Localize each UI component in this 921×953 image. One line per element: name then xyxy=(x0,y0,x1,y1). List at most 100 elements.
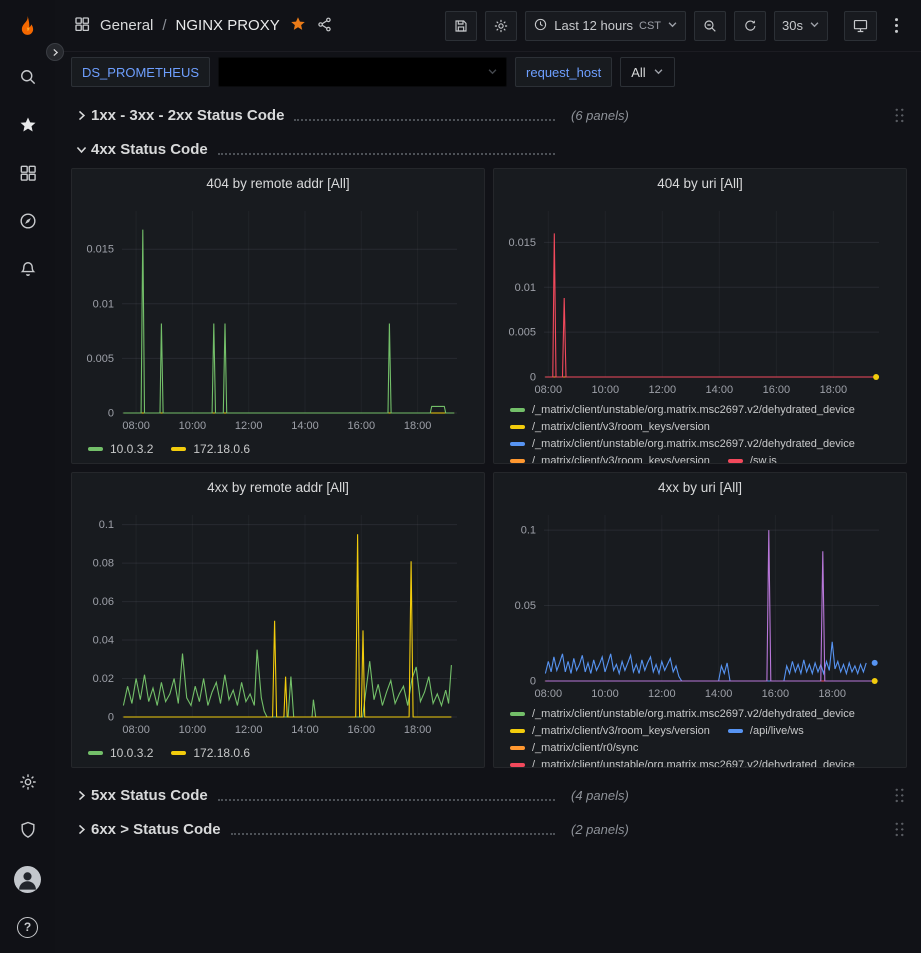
request-host-variable-label[interactable]: request_host xyxy=(515,57,612,87)
panel-title[interactable]: 4xx by remote addr [All] xyxy=(72,473,484,503)
row-drag-handle[interactable] xyxy=(894,821,905,838)
main-area: General / NGINX PROXY Last 12 hours CST xyxy=(55,0,921,953)
row-header-6xx[interactable]: 6xx > Status Code (2 panels) xyxy=(71,814,907,844)
save-dashboard-button[interactable] xyxy=(445,11,477,41)
star-icon xyxy=(18,115,38,138)
svg-text:08:00: 08:00 xyxy=(122,420,150,432)
svg-text:0: 0 xyxy=(530,676,536,688)
time-range-picker[interactable]: Last 12 hours CST xyxy=(525,11,686,41)
sidebar-item-help[interactable]: ? xyxy=(0,903,55,951)
legend-label: /_matrix/client/r0/sync xyxy=(532,740,638,755)
timeseries-chart[interactable]: 00.050.108:0010:0012:0014:0016:0018:00 xyxy=(498,503,895,701)
legend-label: /_matrix/client/unstable/org.matrix.msc2… xyxy=(532,706,855,721)
legend-row: 10.0.3.2 172.18.0.6 xyxy=(88,435,472,457)
panel-4xx-by-uri: 4xx by uri [All] 00.050.108:0010:0012:00… xyxy=(493,472,907,768)
row-title: 4xx Status Code xyxy=(91,141,208,158)
svg-text:18:00: 18:00 xyxy=(404,420,432,432)
panels-grid: 404 by remote addr [All] 00.0050.010.015… xyxy=(71,168,907,768)
legend-item[interactable]: /_matrix/client/unstable/org.matrix.msc2… xyxy=(510,436,855,451)
legend-item[interactable]: 10.0.3.2 xyxy=(88,438,153,457)
legend-label: /_matrix/client/v3/room_keys/version xyxy=(532,723,710,738)
row-header-5xx[interactable]: 5xx Status Code (4 panels) xyxy=(71,780,907,810)
legend-swatch xyxy=(510,425,525,429)
legend-item[interactable]: /api/live/ws xyxy=(728,723,804,738)
svg-text:12:00: 12:00 xyxy=(648,688,676,700)
sidebar-item-starred[interactable] xyxy=(0,102,55,150)
datasource-variable-label[interactable]: DS_PROMETHEUS xyxy=(71,57,210,87)
dashboard-content: 1xx - 3xx - 2xx Status Code (6 panels) 4… xyxy=(55,92,921,953)
sidebar-item-profile[interactable] xyxy=(0,855,55,903)
breadcrumb: General / NGINX PROXY xyxy=(73,15,333,36)
refresh-button[interactable] xyxy=(734,11,766,41)
timeseries-chart[interactable]: 00.0050.010.01508:0010:0012:0014:0016:00… xyxy=(76,199,473,433)
panel-title[interactable]: 4xx by uri [All] xyxy=(494,473,906,503)
legend-item[interactable]: /sw.js xyxy=(728,453,777,464)
request-host-variable-select[interactable]: All xyxy=(620,57,674,87)
svg-text:12:00: 12:00 xyxy=(235,420,263,432)
timeseries-chart[interactable]: 00.020.040.060.080.108:0010:0012:0014:00… xyxy=(76,503,473,737)
legend-row: /_matrix/client/unstable/org.matrix.msc2… xyxy=(510,399,894,416)
sidebar-item-explore[interactable] xyxy=(0,198,55,246)
legend-item[interactable]: /_matrix/client/v3/room_keys/version xyxy=(510,723,710,738)
request-host-value: All xyxy=(631,65,645,80)
row-dotted-leader xyxy=(218,799,555,801)
legend-item[interactable]: /_matrix/client/unstable/org.matrix.msc2… xyxy=(510,706,855,721)
breadcrumb-section[interactable]: General xyxy=(100,17,153,34)
tv-mode-button[interactable] xyxy=(844,11,877,41)
svg-text:14:00: 14:00 xyxy=(291,724,319,736)
row-header-1xx-3xx-2xx[interactable]: 1xx - 3xx - 2xx Status Code (6 panels) xyxy=(71,100,907,130)
chevron-right-icon xyxy=(71,109,91,122)
legend-label: 172.18.0.6 xyxy=(193,438,250,457)
legend-row: /_matrix/client/unstable/org.matrix.msc2… xyxy=(510,433,894,450)
legend-label: /_matrix/client/unstable/org.matrix.msc2… xyxy=(532,402,855,417)
refresh-interval-select[interactable]: 30s xyxy=(774,11,828,41)
sidebar-item-settings[interactable] xyxy=(0,759,55,807)
legend-item[interactable]: /_matrix/client/unstable/org.matrix.msc2… xyxy=(510,757,855,768)
row-dotted-leader xyxy=(218,153,555,155)
panel-title[interactable]: 404 by remote addr [All] xyxy=(72,169,484,199)
sidebar-bottom-group: ? xyxy=(0,759,55,953)
chart-legend: 10.0.3.2 172.18.0.6 xyxy=(76,433,480,463)
legend-item[interactable]: 172.18.0.6 xyxy=(171,742,250,761)
kebab-menu-button[interactable] xyxy=(885,11,907,41)
zoom-out-time-button[interactable] xyxy=(694,11,726,41)
sidebar-item-alerting[interactable] xyxy=(0,246,55,294)
legend-swatch xyxy=(88,751,103,755)
share-icon[interactable] xyxy=(316,16,333,36)
legend-swatch xyxy=(171,751,186,755)
expand-sidebar-button[interactable] xyxy=(46,43,64,61)
row-drag-handle[interactable] xyxy=(894,787,905,804)
chevron-down-icon xyxy=(667,18,678,33)
panel-body: 00.020.040.060.080.108:0010:0012:0014:00… xyxy=(72,503,484,767)
row-title-group: 4xx Status Code xyxy=(91,141,563,158)
dashboards-grid-icon xyxy=(18,163,38,186)
panel-4xx-by-remote-addr: 4xx by remote addr [All] 00.020.040.060.… xyxy=(71,472,485,768)
panel-title[interactable]: 404 by uri [All] xyxy=(494,169,906,199)
sidebar-item-search[interactable] xyxy=(0,54,55,102)
row-header-4xx[interactable]: 4xx Status Code xyxy=(71,134,907,164)
datasource-variable-select[interactable] xyxy=(218,57,507,87)
svg-text:16:00: 16:00 xyxy=(348,420,376,432)
favorite-star-icon[interactable] xyxy=(289,15,307,36)
svg-text:0.015: 0.015 xyxy=(508,237,536,249)
legend-item[interactable]: 10.0.3.2 xyxy=(88,742,153,761)
legend-swatch xyxy=(510,712,525,716)
sidebar-item-server-admin[interactable] xyxy=(0,807,55,855)
legend-label: /_matrix/client/v3/room_keys/version xyxy=(532,453,710,464)
legend-item[interactable]: /_matrix/client/v3/room_keys/version xyxy=(510,419,710,434)
dashboard-title[interactable]: NGINX PROXY xyxy=(176,17,280,34)
sidebar-item-dashboards[interactable] xyxy=(0,150,55,198)
legend-swatch xyxy=(88,447,103,451)
legend-item[interactable]: /_matrix/client/r0/sync xyxy=(510,740,638,755)
timeseries-chart[interactable]: 00.0050.010.01508:0010:0012:0014:0016:00… xyxy=(498,199,895,397)
legend-item[interactable]: 172.18.0.6 xyxy=(171,438,250,457)
legend-item[interactable]: /_matrix/client/unstable/org.matrix.msc2… xyxy=(510,402,855,417)
row-drag-handle[interactable] xyxy=(894,107,905,124)
svg-text:0.05: 0.05 xyxy=(515,600,536,612)
svg-text:14:00: 14:00 xyxy=(291,420,319,432)
shield-icon xyxy=(18,820,38,843)
svg-text:10:00: 10:00 xyxy=(179,420,207,432)
legend-item[interactable]: /_matrix/client/v3/room_keys/version xyxy=(510,453,710,464)
dashboard-settings-button[interactable] xyxy=(485,11,517,41)
row-title-group: 1xx - 3xx - 2xx Status Code xyxy=(91,107,563,124)
